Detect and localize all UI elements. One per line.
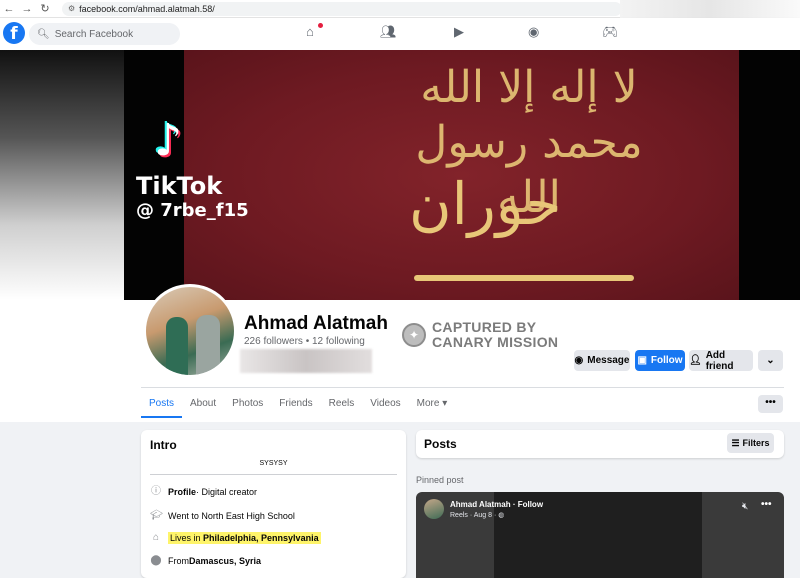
- search-icon: 🔍︎: [37, 28, 50, 40]
- search-placeholder: Search Facebook: [54, 28, 134, 40]
- video-icon[interactable]: ▶: [448, 24, 522, 40]
- site-info-icon[interactable]: ⚙: [68, 4, 75, 13]
- add-person-icon: 👤︎: [689, 355, 702, 366]
- flag-inscription: لا إله إلا الله محمد رسول الله: [415, 62, 643, 223]
- message-label: Message: [587, 355, 630, 366]
- reel-author-name[interactable]: Ahmad Alatmah · Follow: [450, 500, 543, 509]
- profile-name: Ahmad Alatmah: [244, 313, 388, 334]
- notification-dot: [318, 23, 323, 28]
- pinned-reel[interactable]: Ahmad Alatmah · Follow Reels · Aug 8 · ◍…: [416, 492, 784, 578]
- facebook-logo-icon[interactable]: f: [3, 22, 25, 44]
- tabs-overflow-button[interactable]: •••: [758, 395, 783, 413]
- posts-header-card: Posts ☰ Filters: [416, 430, 784, 458]
- cover-left-gradient: [0, 50, 124, 300]
- tab-reels[interactable]: Reels: [321, 392, 363, 418]
- filters-button[interactable]: ☰ Filters: [727, 433, 774, 453]
- canary-mission-watermark: ✦ CAPTURED BY CANARY MISSION: [402, 320, 558, 350]
- sword-graphic: [414, 275, 634, 281]
- bio-divider: [150, 474, 397, 475]
- tab-photos[interactable]: Photos: [224, 392, 271, 418]
- tiktok-watermark: TikTok: [136, 172, 223, 200]
- tab-more[interactable]: More ▾: [409, 392, 456, 418]
- profile-tabs: Posts About Photos Friends Reels Videos …: [141, 392, 455, 418]
- profile-label: Profile: [168, 487, 197, 497]
- add-friend-button[interactable]: 👤︎ Add friend: [689, 349, 753, 372]
- follower-count[interactable]: 226 followers • 12 following: [244, 336, 365, 347]
- canary-bird-icon: ✦: [402, 323, 426, 347]
- search-input[interactable]: 🔍︎ Search Facebook: [29, 23, 180, 45]
- graduation-cap-icon: 🎓︎: [150, 510, 163, 521]
- watermark-line-1: CAPTURED BY: [432, 319, 537, 335]
- info-icon: ⓘ: [151, 486, 161, 497]
- facebook-top-bar: f 🔍︎ Search Facebook ⌂ 👥︎ ▶ ◉ 🎮︎: [0, 18, 800, 50]
- watermark-line-2: CANARY MISSION: [432, 334, 559, 350]
- flag-image: لا إله إلا الله محمد رسول الله حوران: [184, 50, 739, 300]
- intro-card: Intro SYSYSY ⓘ Profile · Digital creator…: [141, 430, 406, 578]
- add-friend-label: Add friend: [705, 349, 734, 372]
- avatar-person-left: [166, 317, 188, 375]
- mute-icon[interactable]: 🔇︎: [742, 501, 748, 512]
- school-text[interactable]: Went to North East High School: [168, 511, 295, 521]
- friends-icon[interactable]: 👥︎: [374, 24, 448, 40]
- profile-avatar[interactable]: [143, 284, 237, 378]
- avatar-person-right: [196, 315, 220, 375]
- reel-date: Reels · Aug 8 ·: [450, 512, 499, 519]
- back-icon[interactable]: ←: [0, 3, 18, 15]
- tiktok-handle: @ 7rbe_f15: [136, 200, 249, 221]
- follow-icon: ▣: [637, 355, 647, 366]
- home-icon[interactable]: ⌂: [300, 23, 374, 40]
- url-text: facebook.com/ahmad.alatmah.58/: [79, 3, 215, 14]
- tab-friends[interactable]: Friends: [271, 392, 320, 418]
- home-icon: ⌂: [152, 532, 160, 543]
- intro-lives-row: ⌂ Lives in Philadelphia, Pennsylvania: [150, 532, 321, 544]
- reel-more-button[interactable]: •••: [761, 499, 772, 510]
- profile-header-left-bg: [0, 300, 124, 422]
- tab-videos[interactable]: Videos: [362, 392, 408, 418]
- address-bar[interactable]: ⚙ facebook.com/ahmad.alatmah.58/: [62, 1, 622, 16]
- more-actions-button[interactable]: ⌄: [758, 350, 783, 371]
- tab-posts[interactable]: Posts: [141, 392, 183, 418]
- intro-profile-row: ⓘ Profile · Digital creator: [150, 486, 257, 498]
- blurred-extensions-area: [620, 0, 800, 18]
- reel-meta: Reels · Aug 8 · ◍: [450, 511, 504, 519]
- reload-icon[interactable]: ↻: [36, 2, 54, 15]
- profile-category: · Digital creator: [196, 487, 258, 497]
- tiktok-logo-icon: ♪: [154, 115, 183, 166]
- location-pin-icon: ⬤: [150, 555, 162, 566]
- globe-icon: ◍: [498, 512, 505, 519]
- posts-title: Posts: [424, 437, 457, 451]
- gaming-icon[interactable]: 🎮︎: [596, 24, 670, 40]
- main-nav: ⌂ 👥︎ ▶ ◉ 🎮︎: [300, 23, 670, 40]
- from-place[interactable]: Damascus, Syria: [189, 556, 261, 566]
- lives-in-highlight: Lives in Philadelphia, Pennsylvania: [168, 532, 321, 544]
- follow-button[interactable]: ▣ Follow: [635, 350, 685, 371]
- intro-from-row: ⬤ From Damascus, Syria: [150, 555, 261, 567]
- groups-icon[interactable]: ◉: [522, 24, 596, 40]
- sliders-icon: ☰: [731, 437, 740, 448]
- cover-photo[interactable]: لا إله إلا الله محمد رسول الله حوران ♪ T…: [124, 50, 800, 300]
- intro-school-row: 🎓︎ Went to North East High School: [150, 510, 295, 522]
- lives-place[interactable]: Philadelphia, Pennsylvania: [203, 533, 319, 543]
- message-button[interactable]: ◉ Message: [574, 350, 630, 371]
- chevron-down-icon: ⌄: [766, 355, 775, 366]
- tab-about[interactable]: About: [182, 392, 224, 418]
- blurred-mutual-friends: [240, 349, 372, 373]
- flag-word: حوران: [409, 170, 562, 238]
- intro-title: Intro: [150, 438, 177, 452]
- from-prefix: From: [168, 556, 189, 566]
- forward-icon[interactable]: →: [18, 3, 36, 15]
- pinned-post-label: Pinned post: [416, 475, 464, 485]
- messenger-icon: ◉: [574, 355, 584, 366]
- tabs-divider: [141, 387, 784, 388]
- follow-label: Follow: [650, 355, 683, 366]
- filters-label: Filters: [742, 438, 770, 448]
- lives-prefix: Lives in: [170, 533, 204, 543]
- intro-bio: SYSYSY: [259, 460, 288, 467]
- reel-author-avatar[interactable]: [424, 499, 444, 519]
